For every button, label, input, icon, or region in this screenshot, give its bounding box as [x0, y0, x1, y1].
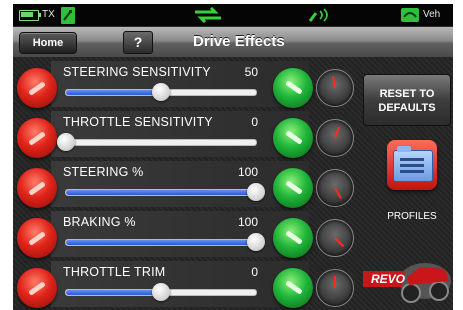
sync-arrows-icon: [195, 7, 221, 23]
gauge-icon: [316, 69, 354, 107]
setting-value: 0: [251, 265, 258, 279]
slider-fill: [66, 240, 256, 245]
slider-thumb[interactable]: [247, 183, 265, 201]
slider-thumb[interactable]: [152, 83, 170, 101]
increase-button[interactable]: [273, 268, 313, 308]
slider-fill: [66, 190, 256, 195]
transmitter-icon: [61, 7, 75, 24]
setting-label: STEERING SENSITIVITY: [63, 65, 211, 79]
home-button[interactable]: Home: [19, 32, 77, 54]
gauge-icon: [316, 169, 354, 207]
slider-track[interactable]: [57, 133, 257, 151]
veh-label: Veh: [423, 9, 441, 20]
slider-thumb[interactable]: [152, 283, 170, 301]
decrease-button[interactable]: [17, 218, 57, 258]
setting-label: STEERING %: [63, 165, 144, 179]
increase-button[interactable]: [273, 118, 313, 158]
setting-row-braking-percent: BRAKING % 100: [13, 211, 368, 261]
reset-to-defaults-button[interactable]: RESET TO DEFAULTS: [363, 74, 451, 126]
status-bar: TX Veh: [13, 4, 453, 27]
setting-value: 50: [244, 65, 258, 79]
setting-label: THROTTLE SENSITIVITY: [63, 115, 213, 129]
slider-thumb[interactable]: [57, 133, 75, 151]
slider-fill: [66, 90, 161, 95]
reset-label-line2: DEFAULTS: [378, 102, 436, 114]
decrease-button[interactable]: [17, 168, 57, 208]
gauge-icon: [316, 219, 354, 257]
setting-row-steering-percent: STEERING % 100: [13, 161, 368, 211]
settings-panel: STEERING SENSITIVITY 50 THROTTLE SENSITI…: [13, 57, 453, 310]
increase-button[interactable]: [273, 168, 313, 208]
setting-label: BRAKING %: [63, 215, 136, 229]
decrease-button[interactable]: [17, 68, 57, 108]
gauge-icon: [316, 269, 354, 307]
revo-logo-text: REVO: [371, 272, 406, 286]
decrease-button[interactable]: [17, 118, 57, 158]
device-screen: TX Veh Home ? Drive Effects STEERING SEN…: [13, 4, 453, 310]
setting-value: 0: [251, 115, 258, 129]
slider-track[interactable]: [65, 283, 257, 301]
setting-row-throttle-sensitivity: THROTTLE SENSITIVITY 0: [13, 111, 368, 161]
slider-fill: [66, 290, 161, 295]
title-bar: Home ? Drive Effects: [13, 27, 453, 57]
help-button[interactable]: ?: [123, 31, 153, 54]
revo-truck-logo: REVO: [363, 263, 451, 303]
vehicle-icon: [401, 8, 419, 22]
slider-thumb[interactable]: [247, 233, 265, 251]
setting-row-steering-sensitivity: STEERING SENSITIVITY 50: [13, 61, 368, 111]
slider-track[interactable]: [65, 233, 265, 251]
signal-icon: [308, 8, 328, 22]
setting-row-throttle-trim: THROTTLE TRIM 0: [13, 261, 368, 310]
slider-track[interactable]: [65, 183, 265, 201]
profiles-folder-icon[interactable]: [387, 140, 437, 190]
page-title: Drive Effects: [193, 33, 285, 50]
gauge-icon: [316, 119, 354, 157]
decrease-button[interactable]: [17, 268, 57, 308]
setting-value: 100: [237, 215, 258, 229]
increase-button[interactable]: [273, 68, 313, 108]
reset-label-line1: RESET TO: [379, 88, 435, 100]
tx-battery-icon: [19, 10, 41, 21]
tx-label: TX: [42, 9, 55, 20]
slider-track[interactable]: [65, 83, 257, 101]
setting-label: THROTTLE TRIM: [63, 265, 166, 279]
profiles-label[interactable]: PROFILES: [379, 211, 445, 222]
increase-button[interactable]: [273, 218, 313, 258]
setting-value: 100: [237, 165, 258, 179]
